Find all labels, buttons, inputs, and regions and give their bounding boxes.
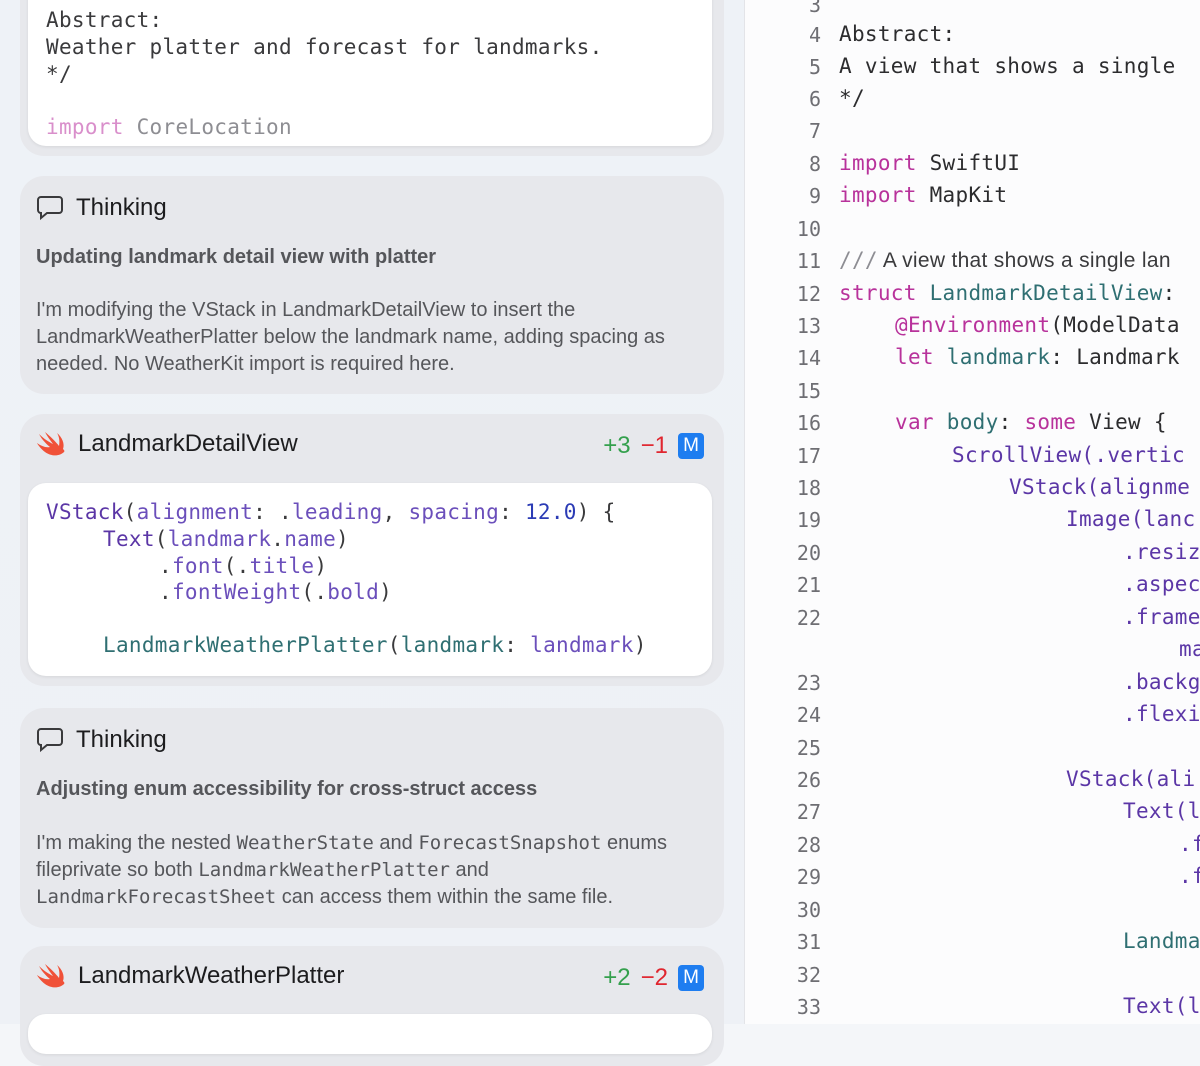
code-line: @Environment(ModelData [895, 313, 1180, 337]
code-line: import CoreLocation [46, 115, 292, 139]
thinking-title: Updating landmark detail view with platt… [36, 246, 437, 268]
line-number: 30 [796, 898, 821, 922]
code-line: .frame [1123, 605, 1200, 629]
code-line: .backg [1123, 670, 1200, 694]
thinking-label: Thinking [76, 194, 167, 221]
swift-icon [37, 964, 65, 988]
line-number: 14 [796, 346, 821, 370]
line-number: 25 [796, 736, 821, 760]
code-line: .flexi [1123, 702, 1200, 726]
swift-icon [37, 432, 65, 456]
line-number: 20 [796, 541, 821, 565]
file-name: LandmarkWeatherPlatter [78, 962, 345, 989]
line-number: 32 [796, 963, 821, 987]
code-line: Abstract: [839, 22, 956, 46]
code-diff-snippet[interactable] [28, 1014, 712, 1054]
code-line: VStack(alignme [1009, 475, 1191, 499]
code-line: var body: some View { [895, 410, 1167, 434]
thinking-label: Thinking [76, 726, 167, 753]
lines-added: +2 [603, 964, 631, 991]
code-line: */ [46, 62, 72, 86]
line-number: 6 [808, 87, 821, 111]
line-number: 18 [796, 476, 821, 500]
code-line: .aspec [1123, 572, 1200, 596]
code-line: Image(lanc [1066, 507, 1196, 531]
code-line: import MapKit [839, 183, 1008, 207]
thinking-header[interactable]: Thinking [36, 726, 167, 754]
line-number: 12 [796, 282, 821, 306]
line-number: 5 [808, 55, 821, 79]
code-line: VStack(ali [1066, 767, 1196, 791]
line-number: 7 [808, 119, 821, 143]
code-line: .f [1179, 832, 1200, 856]
file-header[interactable]: LandmarkDetailView [36, 430, 298, 458]
thinking-body: I'm making the nested WeatherState and F… [36, 832, 667, 908]
code-line: Text(l [1123, 994, 1200, 1018]
thinking-body: I'm modifying the VStack in LandmarkDeta… [36, 299, 665, 375]
code-line: .f [1179, 864, 1200, 888]
line-number: 24 [796, 703, 821, 727]
code-line: .resiz [1123, 540, 1200, 564]
line-number: 22 [796, 606, 821, 630]
line-number: 8 [808, 152, 821, 176]
conversation-panel: Abstract: Weather platter and forecast f… [0, 0, 744, 1066]
speech-bubble-icon [37, 196, 63, 221]
line-number: 10 [796, 217, 821, 241]
code-line: ScrollView(.vertic [952, 443, 1185, 467]
line-number: 31 [796, 930, 821, 954]
line-number: 21 [796, 573, 821, 597]
thinking-title: Adjusting enum accessibility for cross-s… [36, 778, 538, 800]
code-line: ma [1179, 637, 1200, 661]
code-line: A view that shows a single [839, 54, 1176, 78]
code-line: Abstract: [46, 8, 163, 32]
code-line: import SwiftUI [839, 151, 1021, 175]
code-line: Weather platter and forecast for landmar… [46, 35, 603, 59]
line-number: 13 [796, 314, 821, 338]
speech-bubble-icon [37, 728, 63, 753]
code-line: Text(landmark.name) [103, 527, 349, 551]
modified-badge: M [678, 433, 704, 459]
code-diff-snippet[interactable]: VStack(alignment: .leading, spacing: 12.… [28, 483, 712, 676]
code-line: let landmark: Landmark [895, 345, 1180, 369]
source-editor[interactable]: 3 4 5 6 7 8 9 10 11 12 13 14 15 16 17 18 19 20 21 22 23 24 25 2… [744, 0, 1200, 1024]
code-line: Landma [1123, 929, 1200, 953]
lines-removed: −2 [640, 964, 668, 991]
line-number: 9 [808, 184, 821, 208]
line-number: 16 [796, 411, 821, 435]
line-number: 19 [796, 508, 821, 532]
file-name: LandmarkDetailView [78, 430, 298, 457]
line-number: 3 [808, 0, 821, 17]
modified-badge: M [678, 965, 704, 991]
line-number: 15 [796, 379, 821, 403]
line-number: 33 [796, 995, 821, 1019]
thinking-header[interactable]: Thinking [36, 194, 167, 222]
code-line: Text(l [1123, 799, 1200, 823]
diff-stats: +2 −2 M [603, 964, 704, 992]
code-line: .fontWeight(.bold) [159, 580, 393, 604]
diff-stats: +3 −1 M [603, 432, 704, 460]
line-number: 23 [796, 671, 821, 695]
file-header[interactable]: LandmarkWeatherPlatter [36, 962, 344, 990]
code-line: struct LandmarkDetailView: [839, 281, 1176, 305]
code-line: VStack(alignment: .leading, spacing: 12.… [46, 500, 616, 524]
line-number: 28 [796, 833, 821, 857]
line-number: 17 [796, 444, 821, 468]
line-number: 26 [796, 768, 821, 792]
line-number: 27 [796, 800, 821, 824]
code-snippet-top[interactable]: Abstract: Weather platter and forecast f… [28, 0, 712, 146]
line-number: 4 [808, 23, 821, 47]
line-number: 29 [796, 865, 821, 889]
code-line: /// A view that shows a single lan [839, 248, 1171, 272]
code-line: LandmarkWeatherPlatter(landmark: landmar… [103, 633, 647, 657]
lines-removed: −1 [640, 432, 668, 459]
line-number: 11 [796, 249, 821, 273]
code-line: .font(.title) [159, 554, 328, 578]
code-line: */ [839, 86, 865, 110]
lines-added: +3 [603, 432, 631, 459]
